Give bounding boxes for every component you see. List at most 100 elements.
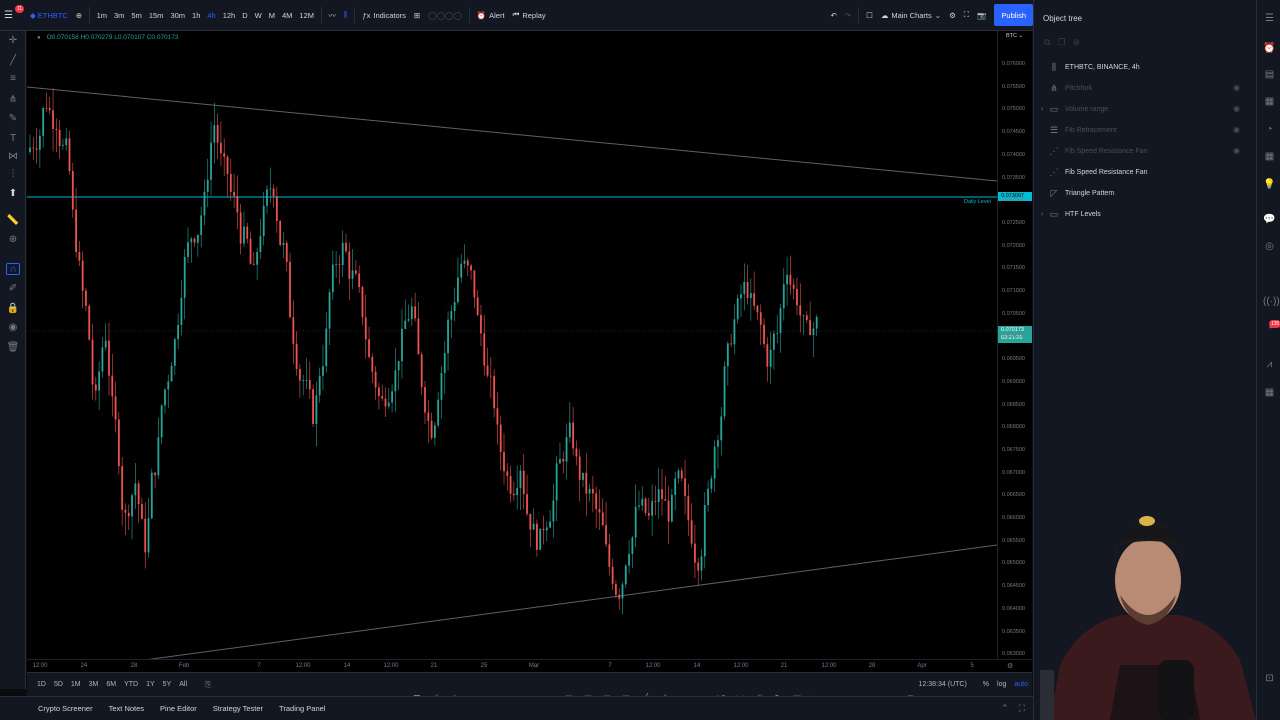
expand-chevron-icon[interactable]: ›	[1041, 211, 1043, 218]
triangle-upper-line[interactable]	[27, 86, 997, 182]
collapse-up-icon[interactable]: ⌃	[1001, 703, 1009, 714]
visibility-eye-icon[interactable]: ◉	[1233, 146, 1240, 155]
tree-item[interactable]: ☰ Fib Retracement	[1048, 123, 1117, 137]
ruler-icon[interactable]: 📏	[6, 215, 20, 227]
signal-icon[interactable]: ⩘	[1263, 358, 1276, 371]
range-5y[interactable]: 5Y	[159, 681, 176, 688]
pitchfork-icon[interactable]: ⋔	[6, 94, 20, 106]
undo-button[interactable]: ↶	[827, 0, 841, 30]
interval-3m[interactable]: 3m	[111, 0, 128, 30]
templates-button[interactable]: ⊞	[410, 0, 424, 30]
range-6m[interactable]: 6M	[102, 681, 120, 688]
fullscreen-button[interactable]: ⛶	[960, 0, 973, 30]
tree-item[interactable]: ⋰ Fib Speed Resistance Fan	[1048, 144, 1148, 158]
range-1y[interactable]: 1Y	[142, 681, 159, 688]
interval-1m[interactable]: 1m	[93, 0, 110, 30]
copy-icon[interactable]: ❐	[1057, 37, 1065, 48]
ideas-icon[interactable]: 💡	[1263, 178, 1276, 191]
tree-item[interactable]: ⋔ Pitchfork	[1048, 81, 1092, 95]
visibility-eye-icon[interactable]: ◉	[1233, 104, 1240, 113]
interval-1h[interactable]: 1h	[189, 0, 204, 30]
bar-style-button[interactable]: ⫼	[340, 0, 351, 30]
price-axis[interactable]: BTC ⌄ 0.073097 0.070173 03:21:26 0.07600…	[997, 31, 1032, 659]
arrow-up-icon[interactable]: ⬆	[6, 188, 20, 200]
range-5d[interactable]: 5D	[50, 681, 67, 688]
calendar-icon[interactable]: ◔	[1263, 123, 1276, 136]
range-1d[interactable]: 1D	[33, 681, 50, 688]
chart-area[interactable]: ● O0.070158 H0.070279 L0.070107 C0.07017…	[27, 31, 997, 659]
tab-strategy-tester[interactable]: Strategy Tester	[205, 704, 271, 713]
trend-line-icon[interactable]: ╱	[6, 55, 20, 67]
symbol-search[interactable]: ◆ ETHBTC	[26, 0, 72, 30]
data-window-icon[interactable]: ▤	[1263, 68, 1276, 81]
expand-chevron-icon[interactable]: ›	[1041, 106, 1043, 113]
prediction-icon[interactable]: ⫶	[6, 169, 20, 181]
tree-item[interactable]: › ▭ HTF Levels	[1041, 207, 1101, 221]
news-icon[interactable]: ▦	[1263, 150, 1276, 163]
trash-icon[interactable]: 🗑	[6, 342, 20, 354]
date-range-icon[interactable]: ⎘	[205, 680, 211, 690]
interval-12m[interactable]: 12M	[296, 0, 318, 30]
interval-4h[interactable]: 4h	[204, 0, 219, 30]
tab-pine-editor[interactable]: Pine Editor	[152, 704, 205, 713]
brush-icon[interactable]: ✎	[6, 113, 20, 125]
tree-item[interactable]: ⋰ Fib Speed Resistance Fan	[1048, 165, 1148, 179]
visibility-eye-icon[interactable]: ◉	[1233, 125, 1240, 134]
interval-12h[interactable]: 12h	[219, 0, 239, 30]
snapshot-button[interactable]: 📷	[973, 0, 990, 30]
chart-type-button[interactable]: 〰	[325, 0, 341, 30]
pattern-icon[interactable]: ⋈	[6, 151, 20, 163]
range-3m[interactable]: 3M	[85, 681, 103, 688]
layout-select[interactable]: ☁ Main Charts ⌄	[877, 0, 945, 30]
interval-4m[interactable]: 4M	[279, 0, 296, 30]
order-panel-icon[interactable]: ▦	[1263, 386, 1276, 399]
settings-button[interactable]: ⚙	[945, 0, 960, 30]
tree-item[interactable]: ◸ Triangle Pattern	[1048, 186, 1115, 200]
log-toggle[interactable]: log	[993, 681, 1010, 688]
watchlist-icon[interactable]: ☰	[1263, 12, 1276, 25]
tree-item[interactable]: › ▭ Volume range	[1041, 102, 1108, 116]
menu-button[interactable]: ☰ 11	[0, 0, 26, 30]
crosshair-icon[interactable]: ✛	[6, 35, 20, 47]
alerts-icon[interactable]: ⏰	[1263, 42, 1276, 55]
utc-clock[interactable]: 12:38:34 (UTC)	[915, 681, 971, 688]
eye-icon[interactable]: ◉	[6, 322, 20, 334]
range-ytd[interactable]: YTD	[120, 681, 142, 688]
streams-icon[interactable]: ◎	[1263, 240, 1276, 253]
tab-text-notes[interactable]: Text Notes	[101, 704, 152, 713]
range-all[interactable]: All	[175, 681, 191, 688]
auto-toggle[interactable]: auto	[1010, 681, 1032, 688]
template-slots[interactable]: ◯◯◯◯	[424, 0, 466, 30]
group-icon[interactable]: ⧉	[1044, 37, 1050, 48]
collapse-dot-icon[interactable]: ●	[37, 35, 41, 41]
price-chart[interactable]	[27, 31, 997, 659]
tab-crypto-screener[interactable]: Crypto Screener	[30, 704, 101, 713]
indicators-button[interactable]: ƒx Indicators	[358, 0, 409, 30]
chat-icon[interactable]: 💬	[1263, 213, 1276, 226]
layout-button[interactable]: ☐	[862, 0, 877, 30]
interval-m[interactable]: M	[265, 0, 278, 30]
lock-icon[interactable]: 🔒	[6, 303, 20, 315]
interval-5m[interactable]: 5m	[128, 0, 145, 30]
tree-item[interactable]: ⫼ ETHBTC, BINANCE, 4h	[1048, 60, 1140, 74]
maximize-icon[interactable]: ⛶	[1019, 703, 1025, 714]
broadcast-icon[interactable]: ((·))	[1263, 295, 1280, 308]
tab-trading-panel[interactable]: Trading Panel	[271, 704, 333, 713]
horizontal-lines-icon[interactable]: ≡	[6, 73, 20, 85]
add-symbol-button[interactable]: ⊕	[72, 0, 86, 30]
percent-toggle[interactable]: %	[979, 681, 993, 688]
alert-button[interactable]: ⏰ Alert	[473, 0, 509, 30]
delete-group-icon[interactable]: ⊗	[1073, 37, 1081, 48]
help-icon[interactable]: ⊡	[1263, 672, 1276, 685]
zoom-icon[interactable]: ⊕	[6, 234, 20, 246]
interval-30m[interactable]: 30m	[167, 0, 189, 30]
magnet-icon[interactable]: ∩	[6, 263, 20, 275]
replay-button[interactable]: ⏮ Replay	[509, 0, 550, 30]
time-axis[interactable]: ⚙ 12:00 24 28 Feb 7 12:00 14 12:00 21 25 Mar 7 12:00…	[27, 659, 1032, 672]
interval-d[interactable]: D	[239, 0, 251, 30]
range-1m[interactable]: 1M	[67, 681, 85, 688]
pencil-lock-icon[interactable]: ✐	[6, 283, 20, 295]
hotlist-icon[interactable]: ▦	[1263, 95, 1276, 108]
text-icon[interactable]: T	[6, 133, 20, 145]
interval-w[interactable]: W	[251, 0, 265, 30]
